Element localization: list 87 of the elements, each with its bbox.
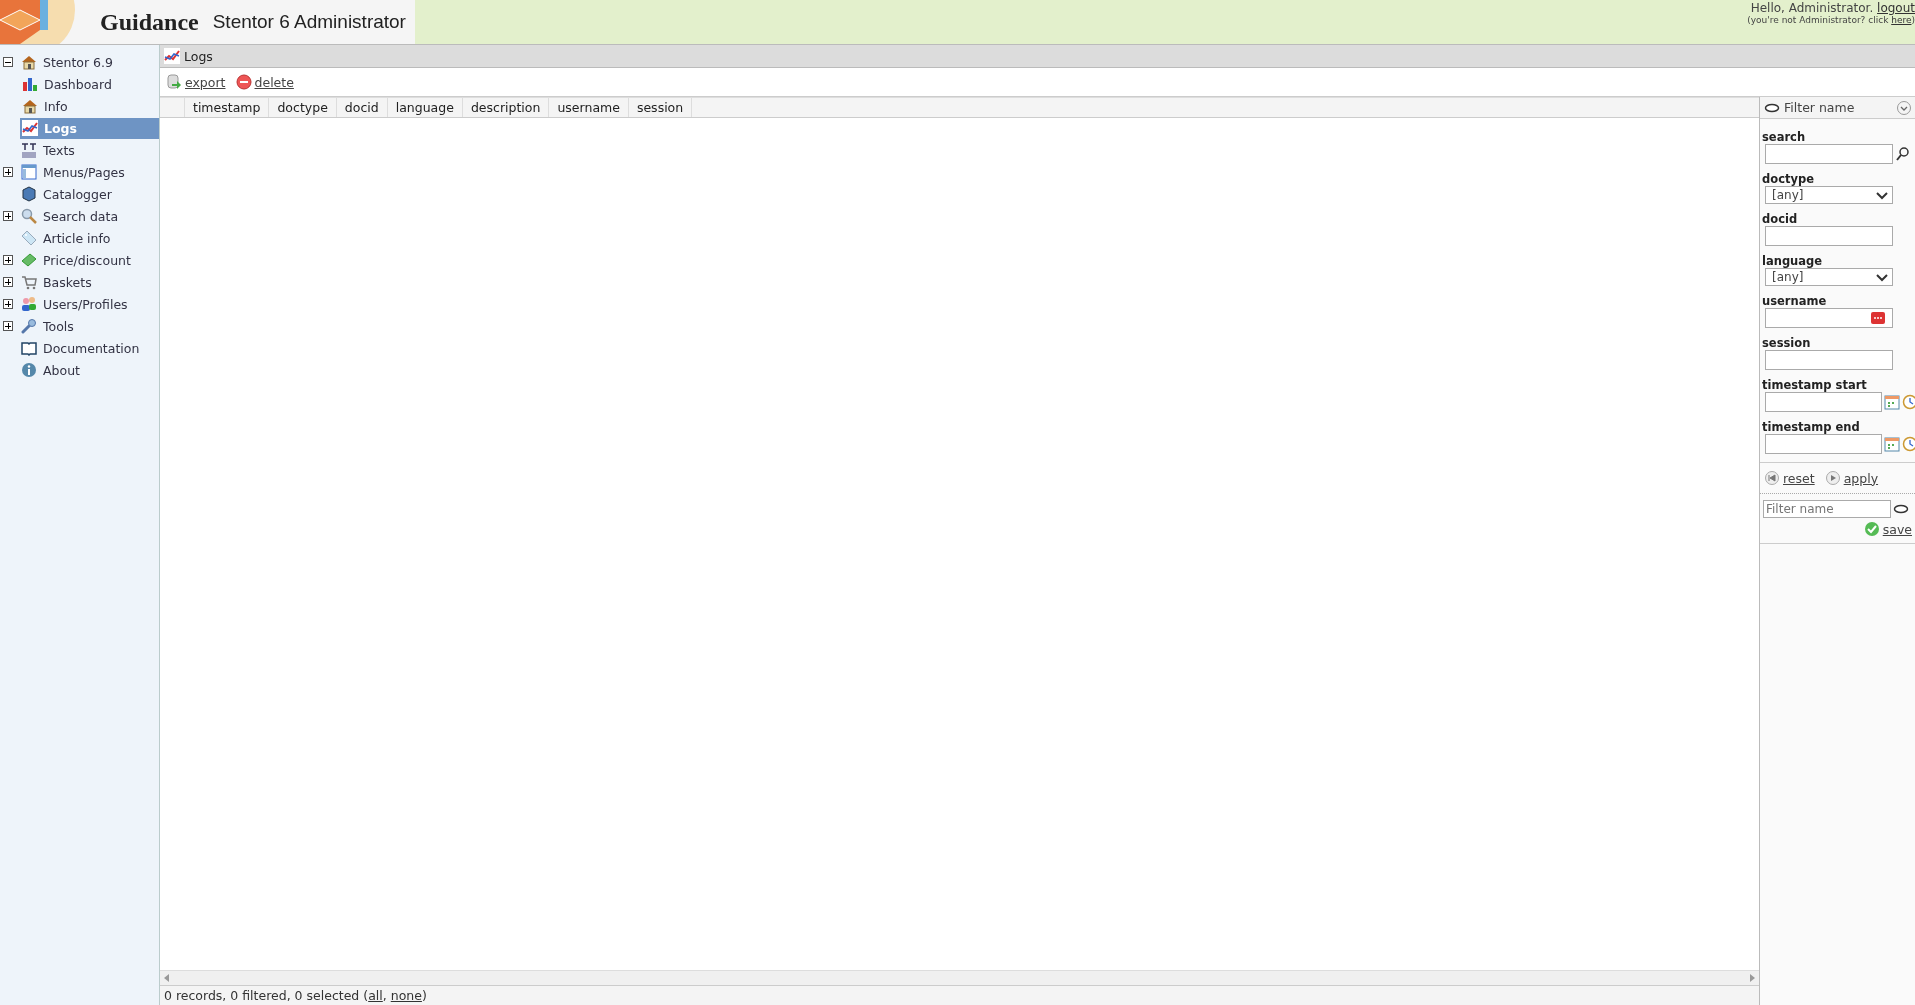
greeting-text: Hello, Administrator. logout bbox=[1749, 1, 1915, 15]
window-icon bbox=[21, 164, 37, 180]
cart-icon bbox=[21, 274, 37, 290]
filter-name-field[interactable]: Filter name bbox=[1763, 500, 1891, 518]
users-icon bbox=[21, 296, 37, 312]
more-icon bbox=[1870, 310, 1886, 326]
sidebar-item[interactable]: Info bbox=[20, 95, 159, 117]
export-link[interactable]: export bbox=[166, 73, 226, 91]
sidebar-item[interactable]: Texts bbox=[19, 139, 159, 161]
panel-title: Logs bbox=[184, 48, 213, 64]
column-header[interactable]: timestamp bbox=[185, 98, 270, 117]
collapse-toggle[interactable] bbox=[3, 57, 13, 67]
user-picker-field[interactable] bbox=[1765, 308, 1893, 328]
line-graph-icon bbox=[22, 120, 38, 136]
input-field[interactable] bbox=[1765, 226, 1893, 246]
horizontal-scrollbar[interactable] bbox=[160, 970, 1759, 985]
tag-icon bbox=[21, 230, 37, 246]
delete-icon bbox=[235, 74, 252, 90]
sidebar-item[interactable]: Stentor 6.9 bbox=[19, 51, 159, 73]
apply-link[interactable]: apply bbox=[1824, 470, 1879, 486]
sidebar-item[interactable]: Documentation bbox=[19, 337, 159, 359]
dropdown[interactable]: [any] bbox=[1765, 268, 1893, 286]
sidebar-item[interactable]: Search data bbox=[19, 205, 159, 227]
magnifier-icon bbox=[21, 208, 37, 224]
dropdown[interactable]: [any] bbox=[1765, 186, 1893, 204]
expand-toggle[interactable] bbox=[3, 255, 13, 265]
sidebar-item[interactable]: Baskets bbox=[19, 271, 159, 293]
cube-icon bbox=[21, 186, 37, 202]
logout-link[interactable]: logout bbox=[1877, 1, 1915, 15]
house-icon bbox=[22, 98, 38, 114]
here-link[interactable]: here bbox=[1891, 15, 1912, 25]
expand-toggle[interactable] bbox=[3, 277, 13, 287]
field-label: username bbox=[1762, 294, 1828, 308]
field-label: language bbox=[1762, 254, 1824, 268]
sidebar-item[interactable]: Menus/Pages bbox=[19, 161, 159, 183]
delete-link[interactable]: delete bbox=[235, 73, 294, 91]
sidebar-item[interactable]: Price/discount bbox=[19, 249, 159, 271]
rewind-icon bbox=[1764, 470, 1780, 486]
expand-toggle[interactable] bbox=[3, 321, 13, 331]
sidebar-item[interactable]: Tools bbox=[19, 315, 159, 337]
search-field[interactable] bbox=[1765, 144, 1893, 164]
money-icon bbox=[21, 252, 37, 268]
date-field[interactable] bbox=[1765, 392, 1882, 412]
input-field[interactable] bbox=[1765, 350, 1893, 370]
export-icon bbox=[166, 74, 182, 90]
expand-toggle[interactable] bbox=[3, 167, 13, 177]
select-link[interactable]: all bbox=[368, 988, 383, 1003]
field-label: docid bbox=[1762, 212, 1799, 226]
expand-toggle[interactable] bbox=[3, 299, 13, 309]
search-icon bbox=[1895, 146, 1911, 162]
play-icon bbox=[1824, 470, 1841, 486]
line-graph-icon bbox=[164, 48, 180, 64]
calendar-icon bbox=[1884, 436, 1900, 452]
bar-chart-icon bbox=[22, 76, 38, 92]
column-header[interactable]: language bbox=[387, 98, 463, 117]
notice-text: (you're not Administrator? click here) bbox=[1747, 15, 1915, 25]
sidebar-item[interactable]: Dashboard bbox=[20, 73, 159, 95]
book-icon bbox=[21, 340, 37, 356]
column-header[interactable]: docid bbox=[336, 98, 388, 117]
field-label: session bbox=[1762, 336, 1812, 350]
calendar-icon bbox=[1884, 394, 1900, 410]
product-name: Stentor 6 Administrator bbox=[212, 11, 406, 33]
date-field[interactable] bbox=[1765, 434, 1882, 454]
save-link[interactable]: save bbox=[1863, 521, 1912, 537]
column-header[interactable]: description bbox=[462, 98, 550, 117]
sidebar-item[interactable]: Catalogger bbox=[19, 183, 159, 205]
column-header[interactable]: session bbox=[628, 98, 693, 117]
filter-title: Filter name bbox=[1784, 100, 1856, 115]
info-icon bbox=[21, 362, 37, 378]
field-label: doctype bbox=[1762, 172, 1815, 186]
column-header[interactable]: username bbox=[549, 98, 629, 117]
field-label: timestamp end bbox=[1762, 420, 1861, 434]
field-label: search bbox=[1762, 130, 1807, 144]
expand-toggle[interactable] bbox=[3, 211, 13, 221]
column-header[interactable]: doctype bbox=[269, 98, 337, 117]
sidebar-item[interactable]: Article info bbox=[19, 227, 159, 249]
brand-name: Guidance bbox=[100, 8, 199, 36]
reset-link[interactable]: reset bbox=[1764, 470, 1815, 486]
text-icon bbox=[21, 142, 37, 158]
select-link[interactable]: none bbox=[390, 988, 422, 1003]
sidebar-item[interactable]: About bbox=[19, 359, 159, 381]
house-icon bbox=[21, 54, 37, 70]
status-text: 0 records, 0 filtered, 0 selected (all, none) bbox=[160, 985, 1759, 1005]
check-icon bbox=[1863, 521, 1880, 537]
wrench-icon bbox=[21, 318, 37, 334]
sidebar-item[interactable]: Users/Profiles bbox=[19, 293, 159, 315]
field-label: timestamp start bbox=[1762, 378, 1868, 392]
